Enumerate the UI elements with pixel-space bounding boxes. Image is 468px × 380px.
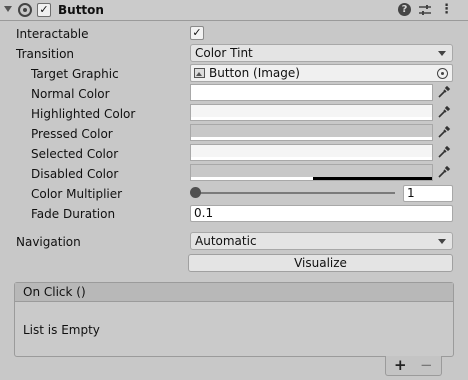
on-click-event-list: On Click () List is Empty	[14, 282, 454, 357]
selected-color-swatch[interactable]	[190, 144, 433, 161]
button-component-icon	[18, 3, 32, 17]
component-title: Button	[58, 3, 104, 17]
eyedropper-icon[interactable]	[437, 105, 451, 119]
navigation-dropdown[interactable]: Automatic	[190, 232, 453, 250]
visualize-button[interactable]: Visualize	[188, 254, 453, 272]
help-icon[interactable]: ?	[398, 3, 411, 16]
context-menu-icon[interactable]: ⋮	[440, 3, 453, 17]
add-event-button[interactable]: +	[394, 356, 407, 374]
normal-color-swatch[interactable]	[190, 84, 433, 101]
presets-icon[interactable]	[418, 3, 432, 17]
highlighted-color-label: Highlighted Color	[31, 107, 136, 121]
disabled-color-label: Disabled Color	[31, 167, 119, 181]
navigation-value: Automatic	[195, 234, 257, 248]
transition-dropdown[interactable]: Color Tint	[190, 44, 453, 62]
color-multiplier-slider-knob[interactable]	[190, 187, 201, 198]
dropdown-arrow-icon	[438, 239, 446, 244]
interactable-checkbox[interactable]: ✓	[190, 26, 204, 40]
eyedropper-icon[interactable]	[437, 125, 451, 139]
target-graphic-label: Target Graphic	[31, 67, 119, 81]
normal-color-label: Normal Color	[31, 87, 110, 101]
fade-duration-input[interactable]: 0.1	[190, 205, 453, 222]
interactable-label: Interactable	[16, 27, 89, 41]
target-graphic-field[interactable]: Button (Image)	[190, 64, 453, 82]
eyedropper-icon[interactable]	[437, 165, 451, 179]
on-click-header: On Click ()	[15, 283, 453, 302]
remove-event-button[interactable]: −	[420, 356, 433, 374]
eyedropper-icon[interactable]	[437, 85, 451, 99]
eyedropper-icon[interactable]	[437, 145, 451, 159]
target-graphic-value: Button (Image)	[209, 66, 300, 80]
navigation-label: Navigation	[16, 235, 81, 249]
color-multiplier-label: Color Multiplier	[31, 187, 123, 201]
transition-label: Transition	[16, 47, 75, 61]
color-multiplier-slider-track[interactable]	[195, 192, 395, 194]
component-header: ✓ Button ? ⋮	[0, 0, 468, 21]
pressed-color-swatch[interactable]	[190, 124, 433, 141]
empty-list-text: List is Empty	[23, 323, 100, 337]
transition-value: Color Tint	[195, 46, 253, 60]
disabled-color-swatch[interactable]	[190, 164, 433, 181]
image-icon	[194, 68, 205, 78]
component-enabled-checkbox[interactable]: ✓	[37, 3, 51, 17]
selected-color-label: Selected Color	[31, 147, 119, 161]
fade-duration-label: Fade Duration	[31, 207, 116, 221]
highlighted-color-swatch[interactable]	[190, 104, 433, 121]
foldout-arrow-icon[interactable]	[4, 6, 12, 12]
dropdown-arrow-icon	[438, 51, 446, 56]
object-picker-icon[interactable]	[437, 68, 448, 79]
color-multiplier-input[interactable]: 1	[403, 185, 453, 202]
pressed-color-label: Pressed Color	[31, 127, 113, 141]
